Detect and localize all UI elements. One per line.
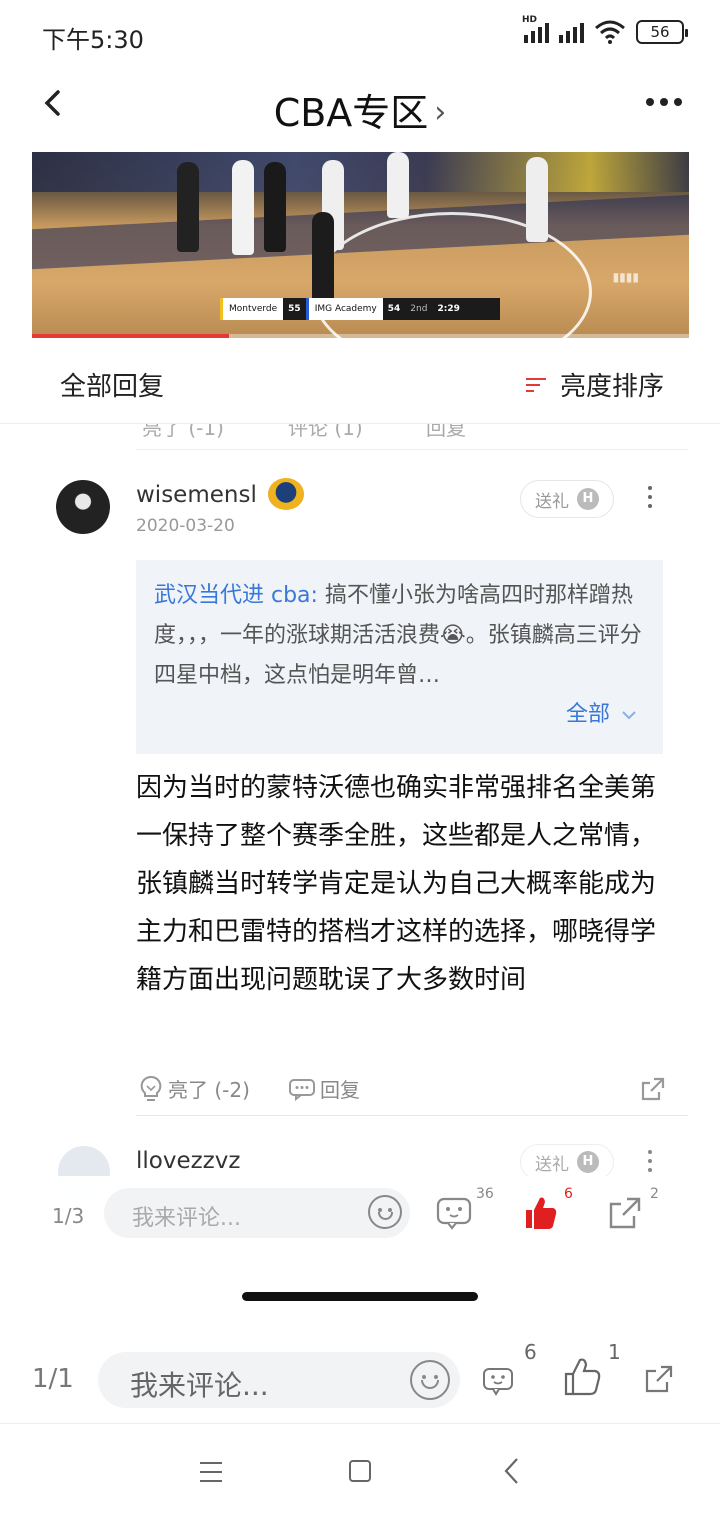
- comment-body: 因为当时的蒙特沃德也确实非常强排名全美第一保持了整个赛季全胜，这些都是人之常情，…: [136, 773, 657, 995]
- network-label: HD: [522, 15, 538, 25]
- previous-comment-actions: 亮了 (-1) 评论 (1) 回复: [136, 424, 688, 450]
- comment-input-placeholder: 我来评论...: [132, 1206, 241, 1231]
- share-icon[interactable]: [644, 1364, 674, 1394]
- gift-label: 送礼: [535, 491, 569, 512]
- game-period: 2nd: [410, 304, 428, 314]
- video-crowd: [32, 152, 689, 192]
- video-watermark: ▮▮▮▮: [612, 270, 639, 284]
- page-indicator: 1/1: [32, 1364, 74, 1394]
- expand-label: 全部: [565, 702, 610, 727]
- video-player-figure: [177, 162, 199, 252]
- comment-icon[interactable]: [482, 1366, 514, 1396]
- previous-light-label[interactable]: 亮了 (-1): [142, 424, 224, 441]
- smile-icon[interactable]: [368, 1195, 402, 1229]
- share-icon[interactable]: [640, 1076, 666, 1102]
- video-player-figure: [387, 152, 409, 218]
- reply-label: 回复: [320, 1078, 360, 1102]
- menu-icon[interactable]: [200, 1462, 222, 1482]
- comments-count: 36: [476, 1186, 494, 1202]
- gift-label: 送礼: [535, 1154, 569, 1175]
- bulb-icon: [140, 1075, 162, 1101]
- share-icon[interactable]: [608, 1196, 642, 1230]
- sort-button[interactable]: 亮度排序: [525, 366, 664, 403]
- comment-bar: 1/1 我来评论... 6 1: [0, 1340, 720, 1424]
- team2-score: 54: [387, 304, 401, 314]
- battery-icon: 56: [636, 20, 688, 44]
- title-bar: CBA专区 ›: [0, 72, 720, 136]
- cell-signal-hd-icon: HD: [522, 15, 549, 43]
- gesture-handle[interactable]: [242, 1292, 478, 1301]
- next-comment-username[interactable]: llovezzvz: [136, 1148, 240, 1174]
- sort-label: 亮度排序: [559, 372, 664, 402]
- video-player-figure: [526, 157, 548, 242]
- comment-input-placeholder: 我来评论...: [130, 1369, 269, 1402]
- system-nav-bar: [0, 1426, 720, 1520]
- thumb-up-icon[interactable]: [522, 1194, 558, 1232]
- comment-actions: 亮了 (-2) 回复: [136, 1070, 688, 1116]
- screen: 下午5:30 HD 56 CBA专区 › ▮▮▮▮ Montverde 55 I…: [0, 0, 720, 1520]
- light-label: 亮了 (-2): [168, 1078, 250, 1102]
- page-title-text: CBA专区: [273, 91, 429, 135]
- status-time: 下午5:30: [42, 26, 144, 54]
- team2-name: IMG Academy: [308, 298, 383, 320]
- scoreboard: Montverde 55 IMG Academy 54 2nd 2:29: [220, 298, 500, 320]
- quote-author[interactable]: 武汉当代进 cba:: [154, 583, 318, 608]
- video-progress-fill: [32, 334, 230, 338]
- previous-comment-label[interactable]: 评论 (1): [288, 424, 363, 441]
- likes-count: 6: [564, 1186, 573, 1202]
- comment-bar: 1/3 我来评论... 36 6 2: [0, 1176, 720, 1256]
- more-icon[interactable]: [646, 92, 690, 112]
- gift-icon: H: [577, 1151, 599, 1173]
- status-bar: 下午5:30 HD 56: [0, 0, 720, 70]
- reply-button[interactable]: 回复: [288, 1074, 360, 1103]
- home-icon[interactable]: [349, 1460, 371, 1482]
- page-title[interactable]: CBA专区 ›: [0, 82, 720, 137]
- comment-more-icon[interactable]: [646, 486, 654, 508]
- back-icon[interactable]: [500, 1456, 524, 1486]
- expand-quote-button[interactable]: 全部: [566, 696, 637, 728]
- all-replies-title: 全部回复: [60, 372, 165, 402]
- thumb-up-icon[interactable]: [562, 1356, 602, 1398]
- chevron-right-icon: ›: [434, 95, 447, 130]
- user-badge-icon: [268, 478, 304, 510]
- previous-reply-label[interactable]: 回复: [426, 424, 466, 441]
- comment-username[interactable]: wisemensl: [136, 482, 257, 508]
- wifi-icon: [595, 20, 625, 44]
- team1-name: Montverde: [223, 298, 284, 320]
- smile-icon[interactable]: [410, 1360, 450, 1400]
- video-progress[interactable]: [32, 334, 689, 338]
- replies-header: 全部回复 亮度排序: [0, 344, 720, 424]
- comment-more-icon[interactable]: [646, 1150, 654, 1172]
- reply-icon: [289, 1078, 315, 1101]
- video-player-figure: [264, 162, 286, 252]
- comment-date: 2020-03-20: [136, 516, 235, 536]
- sort-icon: [525, 375, 550, 395]
- likes-count: 1: [608, 1340, 621, 1364]
- video-player-figure: [232, 160, 254, 255]
- game-clock: 2:29: [437, 304, 460, 314]
- video-player-figure: [312, 212, 334, 312]
- cell-signal-icon: [559, 21, 584, 43]
- gift-button[interactable]: 送礼 H: [520, 1144, 614, 1180]
- light-button[interactable]: 亮了 (-2): [138, 1074, 250, 1103]
- video-player[interactable]: ▮▮▮▮ Montverde 55 IMG Academy 54 2nd 2:2…: [32, 152, 689, 338]
- team1-score: 55: [288, 304, 301, 314]
- gift-icon: H: [577, 488, 599, 510]
- quoted-comment[interactable]: 武汉当代进 cba: 搞不懂小张为啥高四时那样蹭热度，，，一年的涨球期活活浪费😭…: [136, 560, 663, 754]
- status-icons: HD 56: [522, 15, 688, 44]
- comment-input[interactable]: 我来评论...: [104, 1188, 410, 1238]
- shares-count: 2: [650, 1186, 659, 1202]
- quote-text-block: 武汉当代进 cba: 搞不懂小张为啥高四时那样蹭热度，，，一年的涨球期活活浪费😭…: [154, 576, 645, 696]
- comment-icon[interactable]: [436, 1196, 472, 1230]
- comments-count: 6: [524, 1340, 537, 1364]
- page-indicator: 1/3: [52, 1204, 85, 1228]
- avatar[interactable]: [56, 480, 110, 534]
- comment-input[interactable]: 我来评论...: [98, 1352, 460, 1408]
- gift-button[interactable]: 送礼 H: [520, 480, 614, 518]
- chevron-down-icon: [622, 711, 636, 720]
